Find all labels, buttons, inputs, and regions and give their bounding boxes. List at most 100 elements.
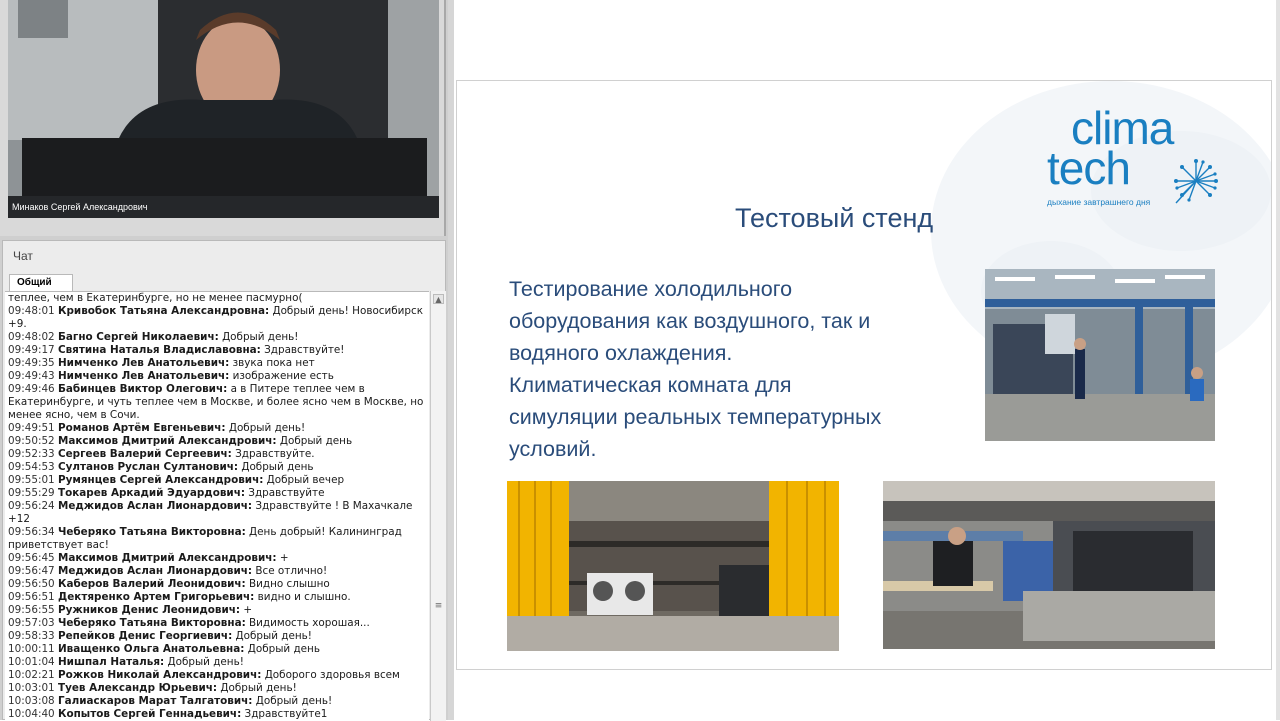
chat-message-time: 09:56:47	[8, 565, 55, 577]
chat-message-time: 10:01:04	[8, 656, 55, 668]
presenter-video-frame	[8, 0, 439, 218]
chat-message: 09:56:55 Ружников Денис Леонидович: +	[8, 604, 429, 617]
chat-panel: Чат Общий теплее, чем в Екатеринбурге, н…	[2, 240, 446, 721]
chat-message-time: 09:58:33	[8, 630, 55, 642]
chat-message: теплее, чем в Екатеринбурге, но не менее…	[8, 292, 429, 305]
test-bench-photo	[985, 269, 1215, 441]
chat-message-text: Добрый день!	[255, 695, 333, 707]
chat-message-text: Здравствуйте	[248, 487, 325, 499]
chat-message-time: 10:03:01	[8, 682, 55, 694]
logo-text-tech: tech	[1047, 142, 1131, 194]
chat-message-text: Добрый день	[241, 461, 314, 473]
chat-message-text: Добрый день!	[235, 630, 312, 642]
chat-message: 09:48:01 Кривобок Татьяна Александровна:…	[8, 305, 429, 331]
chat-message-time: 09:49:35	[8, 357, 55, 369]
chat-message-author: Сергеев Валерий Сергеевич:	[57, 448, 232, 460]
chat-message-author: Багно Сергей Николаевич:	[57, 331, 219, 343]
chat-message-time: 09:56:34	[8, 526, 55, 538]
slide: clima tech дыхание завтрашнего дня Тесто…	[456, 80, 1272, 670]
chat-message-text: Видно слышно	[249, 578, 330, 590]
chat-message-author: Чеберяко Татьяна Викторовна:	[57, 526, 246, 538]
tab-general[interactable]: Общий	[9, 274, 73, 292]
presenter-video[interactable]: Минаков Сергей Александрович	[8, 0, 439, 218]
scroll-thumb-grip-icon[interactable]: ≡	[433, 599, 444, 615]
chat-message-author: Туев Александр Юрьевич:	[57, 682, 218, 694]
chat-message: 10:00:11 Иващенко Ольга Анатольевна: Доб…	[8, 643, 429, 656]
chat-message: 09:56:34 Чеберяко Татьяна Викторовна: Де…	[8, 526, 429, 552]
chat-message: 09:58:33 Репейков Денис Георгиевич: Добр…	[8, 630, 429, 643]
chat-message-author: Меджидов Аслан Лионардович:	[57, 500, 253, 512]
chat-message-text: +	[279, 552, 289, 564]
chat-message-text: Здравствуйте1	[244, 708, 328, 720]
chat-message: 09:49:46 Бабинцев Виктор Олегович: а в П…	[8, 383, 429, 422]
chat-message-author: Репейков Денис Георгиевич:	[57, 630, 233, 642]
chat-message: 10:03:08 Галиаскаров Марат Талгатович: Д…	[8, 695, 429, 708]
chat-message-text: Добрый день!	[167, 656, 244, 668]
slide-body-text: Тестирование холодильного оборудования к…	[509, 277, 882, 461]
chat-message-time: 09:56:55	[8, 604, 55, 616]
chat-message: 09:52:33 Сергеев Валерий Сергеевич: Здра…	[8, 448, 429, 461]
chat-message-text: Добрый день!	[222, 331, 299, 343]
chat-message: 09:57:03 Чеберяко Татьяна Викторовна: Ви…	[8, 617, 429, 630]
logo-tagline: дыхание завтрашнего дня	[1047, 197, 1151, 207]
chat-message-author: Романов Артём Евгеньевич:	[57, 422, 226, 434]
workshop-photo	[883, 481, 1215, 649]
chat-message-text: Видимость хорошая...	[249, 617, 370, 629]
presenter-name: Минаков Сергей Александрович	[12, 202, 148, 212]
video-pane: Минаков Сергей Александрович	[0, 0, 446, 236]
dandelion-icon	[1174, 159, 1218, 204]
chat-message-text: Все отлично!	[255, 565, 328, 577]
chat-message-author: Иващенко Ольга Анатольевна:	[57, 643, 245, 655]
chat-message: 09:56:24 Меджидов Аслан Лионардович: Здр…	[8, 500, 429, 526]
chat-message-author: Румянцев Сергей Александрович:	[57, 474, 264, 486]
chat-message-author: Святина Наталья Владиславовна:	[57, 344, 261, 356]
right-edge	[1276, 0, 1280, 720]
chat-message-text: Здравствуйте.	[235, 448, 315, 460]
presentation-area: clima tech дыхание завтрашнего дня Тесто…	[448, 0, 1280, 720]
chat-message-text: Здравствуйте!	[264, 344, 345, 356]
chat-message: 09:54:53 Султанов Руслан Султанович: Доб…	[8, 461, 429, 474]
chat-message: 09:56:50 Каберов Валерий Леонидович: Вид…	[8, 578, 429, 591]
slide-title: Тестовый стенд	[735, 203, 934, 233]
chat-message-author: Меджидов Аслан Лионардович:	[57, 565, 253, 577]
chat-log[interactable]: теплее, чем в Екатеринбурге, но не менее…	[5, 291, 429, 721]
chat-message-author: Нишпал Наталья:	[57, 656, 165, 668]
chat-message: 09:48:02 Багно Сергей Николаевич: Добрый…	[8, 331, 429, 344]
chat-message-time: 09:48:01	[8, 305, 55, 317]
chat-message-time: 09:56:51	[8, 591, 55, 603]
chat-message-time: 09:49:17	[8, 344, 55, 356]
chat-message-time: 09:49:43	[8, 370, 55, 382]
chat-message-text: Доборого здоровья всем	[264, 669, 400, 681]
chat-message: 10:03:01 Туев Александр Юрьевич: Добрый …	[8, 682, 429, 695]
climate-room-photo	[507, 481, 839, 651]
chat-message-time: 09:48:02	[8, 331, 55, 343]
chat-message: 09:49:17 Святина Наталья Владиславовна: …	[8, 344, 429, 357]
chat-message-time: 10:00:11	[8, 643, 55, 655]
chat-message-time: 09:57:03	[8, 617, 55, 629]
chat-message-author: Ружников Денис Леонидович:	[57, 604, 241, 616]
climatech-logo: clima tech дыхание завтрашнего дня	[1047, 105, 1237, 210]
chat-message-text: Добрый день	[247, 643, 320, 655]
chat-message-text: теплее, чем в Екатеринбурге, но не менее…	[8, 292, 303, 304]
chat-message-text: звука пока нет	[232, 357, 315, 369]
chat-message-author: Нимченко Лев Анатольевич:	[57, 370, 230, 382]
chat-message: 10:04:40 Копытов Сергей Геннадьевич: Здр…	[8, 708, 429, 721]
chat-message-time: 09:55:01	[8, 474, 55, 486]
chat-message-time: 09:55:29	[8, 487, 55, 499]
scroll-up-arrow-icon[interactable]: ▲	[433, 294, 444, 304]
chat-message-author: Чеберяко Татьяна Викторовна:	[57, 617, 246, 629]
chat-message-time: 09:50:52	[8, 435, 55, 447]
chat-message-author: Дектяренко Артем Григорьевич:	[57, 591, 255, 603]
chat-message-author: Рожков Николай Александрович:	[57, 669, 262, 681]
chat-message-author: Каберов Валерий Леонидович:	[57, 578, 246, 590]
chat-message-time: 09:56:24	[8, 500, 55, 512]
panel-divider[interactable]	[448, 0, 454, 720]
chat-message: 09:49:43 Нимченко Лев Анатольевич: изобр…	[8, 370, 429, 383]
chat-scrollbar[interactable]: ▲ ≡	[430, 291, 446, 721]
chat-message-author: Копытов Сергей Геннадьевич:	[57, 708, 242, 720]
chat-message: 09:49:51 Романов Артём Евгеньевич: Добры…	[8, 422, 429, 435]
chat-message-author: Бабинцев Виктор Олегович:	[57, 383, 228, 395]
chat-message-time: 09:54:53	[8, 461, 55, 473]
chat-message-time: 10:04:40	[8, 708, 55, 720]
chat-message: 09:55:01 Румянцев Сергей Александрович: …	[8, 474, 429, 487]
